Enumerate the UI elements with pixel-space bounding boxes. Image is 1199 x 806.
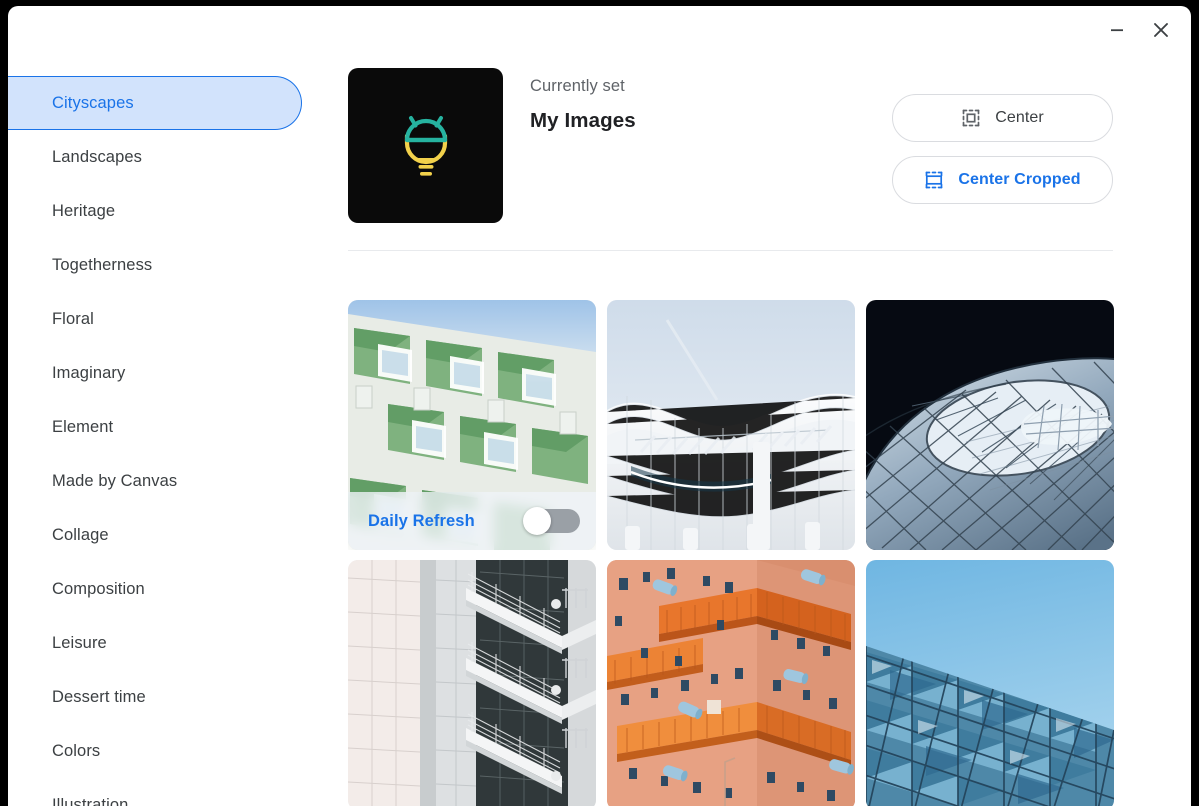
wallpaper-tile-orange-stepped-facade[interactable] [607, 560, 855, 806]
sidebar-item-imaginary[interactable]: Imaginary [8, 346, 301, 400]
thumbnail-image [607, 300, 855, 550]
wallpaper-tile-blue-triangular-glass-facade[interactable] [866, 560, 1114, 806]
sidebar-item-made-by-canvas[interactable]: Made by Canvas [8, 454, 301, 508]
current-wallpaper-preview[interactable] [348, 68, 503, 223]
minimize-button[interactable] [1097, 10, 1137, 50]
minimize-icon [1111, 29, 1123, 32]
thumbnail-image [607, 560, 855, 806]
sidebar-item-label: Heritage [52, 201, 116, 220]
sidebar-item-label: Leisure [52, 633, 107, 652]
sidebar-item-label: Composition [52, 579, 145, 598]
sidebar-item-label: Element [52, 417, 114, 436]
center-cropped-label: Center Cropped [958, 171, 1081, 188]
category-sidebar[interactable]: Cityscapes Landscapes Heritage Togethern… [8, 62, 302, 806]
sidebar-item-togetherness[interactable]: Togetherness [8, 238, 301, 292]
header-divider [348, 250, 1113, 251]
currently-set-caption: Currently set [530, 77, 625, 95]
sidebar-item-element[interactable]: Element [8, 400, 301, 454]
daily-refresh-label: Daily Refresh [368, 511, 475, 530]
wallpaper-tile-dark-glass-dome-ceiling[interactable] [866, 300, 1114, 550]
sidebar-item-label: Landscapes [52, 147, 142, 166]
sidebar-item-label: Togetherness [52, 255, 153, 274]
close-icon [1154, 23, 1168, 37]
sidebar-item-landscapes[interactable]: Landscapes [8, 130, 301, 184]
sidebar-item-label: Made by Canvas [52, 471, 178, 490]
thumbnail-image [348, 560, 596, 806]
currently-set-name: My Images [530, 109, 636, 132]
center-fit-icon [961, 108, 981, 128]
window-titlebar [8, 6, 1191, 54]
center-fit-label: Center [995, 109, 1044, 126]
close-button[interactable] [1141, 10, 1181, 50]
main-panel: Currently set My Images Center Center Cr… [302, 54, 1191, 806]
sidebar-item-dessert-time[interactable]: Dessert time [8, 670, 301, 724]
wallpaper-tile-green-balcony-building[interactable]: Daily Refresh [348, 300, 596, 550]
wallpaper-grid: Daily Refresh [348, 300, 1114, 806]
sidebar-item-label: Cityscapes [52, 93, 134, 112]
sidebar-item-colors[interactable]: Colors [8, 724, 301, 778]
daily-refresh-toggle[interactable] [523, 507, 580, 535]
wallpaper-tile-white-exterior-staircase[interactable] [348, 560, 596, 806]
thumbnail-image [866, 300, 1114, 550]
sidebar-item-illustration[interactable]: Illustration [8, 778, 301, 806]
current-wallpaper-info: Currently set My Images [530, 68, 892, 133]
thumbnail-image [866, 560, 1114, 806]
sidebar-item-label: Illustration [52, 795, 129, 806]
android-bulb-icon [404, 115, 447, 176]
sidebar-item-cityscapes[interactable]: Cityscapes [8, 76, 302, 130]
sidebar-item-collage[interactable]: Collage [8, 508, 301, 562]
sidebar-item-leisure[interactable]: Leisure [8, 616, 301, 670]
wallpaper-picker-window: Cityscapes Landscapes Heritage Togethern… [8, 6, 1191, 806]
center-cropped-icon [924, 170, 944, 190]
daily-refresh-bar: Daily Refresh [348, 492, 596, 550]
fit-options-group: Center Center Cropped [892, 68, 1113, 204]
sidebar-item-label: Imaginary [52, 363, 126, 382]
wallpaper-grid-scroll[interactable]: Daily Refresh [302, 275, 1191, 806]
sidebar-item-label: Colors [52, 741, 101, 760]
sidebar-item-label: Dessert time [52, 687, 146, 706]
center-cropped-button[interactable]: Center Cropped [892, 156, 1113, 204]
current-wallpaper-header: Currently set My Images Center Center Cr… [302, 54, 1191, 250]
sidebar-item-label: Floral [52, 309, 94, 328]
sidebar-item-floral[interactable]: Floral [8, 292, 301, 346]
wallpaper-tile-white-curved-museum[interactable] [607, 300, 855, 550]
sidebar-item-composition[interactable]: Composition [8, 562, 301, 616]
center-fit-button[interactable]: Center [892, 94, 1113, 142]
sidebar-item-label: Collage [52, 525, 109, 544]
sidebar-item-heritage[interactable]: Heritage [8, 184, 301, 238]
toggle-knob [523, 507, 551, 535]
